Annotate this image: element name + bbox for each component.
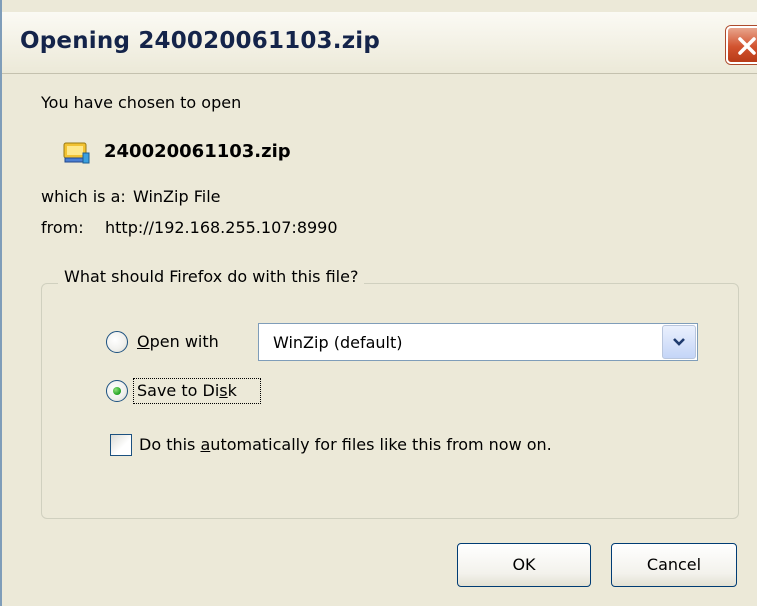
application-select-dropdown-button[interactable] (662, 325, 696, 359)
dialog-content: You have chosen to open 240020061103.zip… (2, 0, 757, 606)
dialog-window: Opening 240020061103.zip You have chosen… (0, 0, 757, 606)
chevron-down-icon (673, 338, 685, 346)
intro-text: You have chosen to open (41, 93, 242, 112)
open-with-label-rest: pen with (149, 332, 219, 351)
radio-selected-dot (113, 387, 121, 395)
action-group-legend: What should Firefox do with this file? (58, 267, 365, 286)
open-with-label[interactable]: Open with (137, 332, 219, 351)
application-select[interactable]: WinZip (default) (258, 323, 698, 361)
file-type-value: WinZip File (133, 187, 221, 206)
save-to-disk-label-rest: k (227, 381, 237, 400)
zip-file-icon (61, 141, 91, 165)
ok-button[interactable]: OK (457, 543, 591, 587)
application-select-value: WinZip (default) (273, 333, 403, 352)
save-to-disk-radio[interactable] (106, 380, 128, 402)
auto-action-access-key: a (200, 435, 211, 454)
open-with-radio[interactable] (106, 331, 128, 353)
save-to-disk-access-key: s (219, 381, 228, 400)
save-to-disk-label-prefix: Save to Di (137, 381, 220, 400)
cancel-button[interactable]: Cancel (611, 543, 737, 587)
file-name: 240020061103.zip (104, 141, 291, 162)
auto-action-label-rest: utomatically for files like this from no… (210, 435, 552, 454)
auto-action-label[interactable]: Do this automatically for files like thi… (139, 435, 552, 454)
file-source-url: http://192.168.255.107:8990 (105, 218, 338, 237)
file-source-label: from: (41, 218, 84, 237)
auto-action-checkbox[interactable] (110, 434, 132, 456)
file-type-label: which is a: (41, 187, 126, 206)
open-with-access-key: O (137, 332, 150, 351)
save-to-disk-label[interactable]: Save to Disk (137, 381, 237, 400)
auto-action-label-prefix: Do this (139, 435, 201, 454)
